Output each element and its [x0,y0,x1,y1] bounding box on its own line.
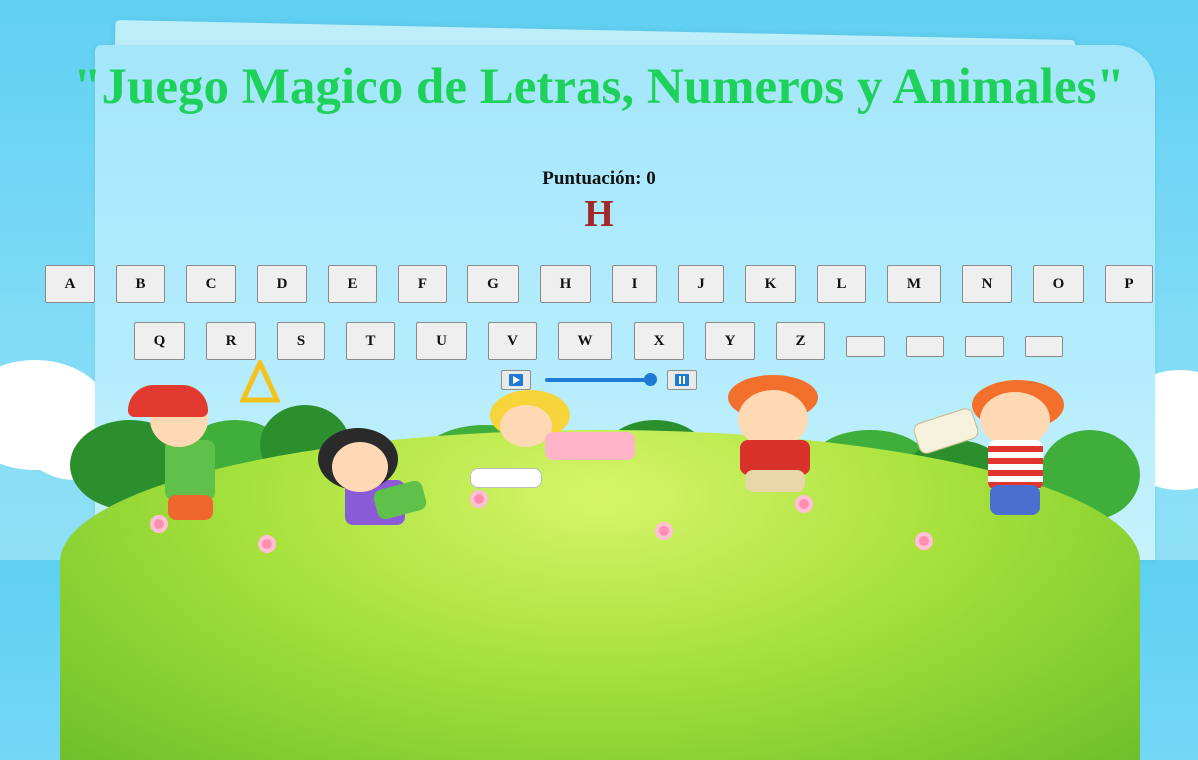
letter-key-h[interactable]: H [540,265,591,303]
letter-key-c[interactable]: C [186,265,236,303]
pause-icon [675,374,689,386]
audio-controls [501,370,697,390]
flower [915,532,933,550]
letter-key-o[interactable]: O [1033,265,1084,303]
letter-key-s[interactable]: S [277,322,325,360]
letter-key-l[interactable]: L [817,265,866,303]
blank-key[interactable] [1025,336,1063,357]
letter-key-t[interactable]: T [346,322,395,360]
blank-key[interactable] [906,336,944,357]
blank-key[interactable] [965,336,1004,357]
flower [258,535,276,553]
letter-key-d[interactable]: D [257,265,307,303]
letter-key-z[interactable]: Z [776,322,825,360]
letter-key-n[interactable]: N [962,265,1012,303]
letter-key-r[interactable]: R [206,322,256,360]
letter-key-u[interactable]: U [416,322,467,360]
letter-key-a[interactable]: A [45,265,95,303]
flower [150,515,168,533]
letter-key-j[interactable]: J [678,265,724,303]
letter-key-m[interactable]: M [887,265,941,303]
flower [655,522,673,540]
green-hill [60,430,1140,760]
game-title: "Juego Magico de Letras, Numeros y Anima… [73,59,1125,115]
score-display: Puntuación: 0 [542,168,656,189]
blank-key[interactable] [846,336,885,357]
letter-key-f[interactable]: F [398,265,447,303]
flower [795,495,813,513]
letter-key-g[interactable]: G [467,265,519,303]
pause-button[interactable] [667,370,697,390]
letter-key-q[interactable]: Q [134,322,185,360]
letter-key-e[interactable]: E [328,265,377,303]
audio-progress-slider[interactable] [545,378,651,382]
letter-key-x[interactable]: X [634,322,684,360]
letter-key-k[interactable]: K [745,265,796,303]
play-button[interactable] [501,370,531,390]
current-letter: H [584,193,614,235]
letter-key-p[interactable]: P [1105,265,1153,303]
letter-key-y[interactable]: Y [705,322,755,360]
letter-key-w[interactable]: W [558,322,612,360]
letter-key-v[interactable]: V [488,322,537,360]
play-icon [509,374,523,386]
letter-key-b[interactable]: B [116,265,165,303]
letter-key-i[interactable]: I [612,265,657,303]
flower [470,490,488,508]
audio-slider-thumb[interactable] [644,373,657,386]
